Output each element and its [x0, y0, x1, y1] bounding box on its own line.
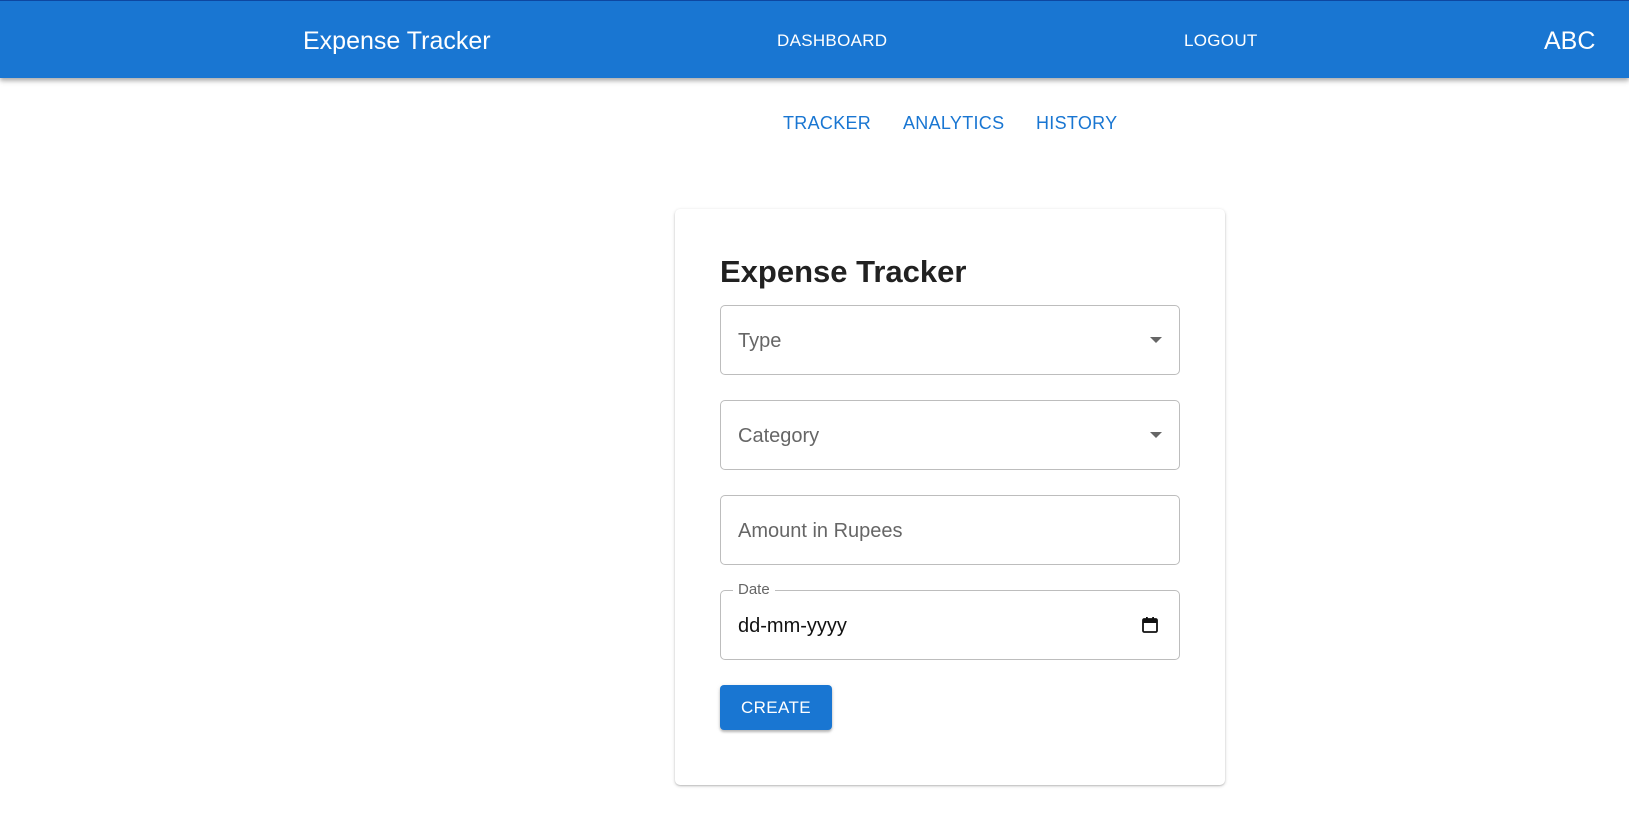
tab-history[interactable]: HISTORY — [1036, 112, 1117, 134]
app-bar: Expense Tracker DASHBOARD LOGOUT ABC — [0, 0, 1629, 78]
type-select[interactable]: Type — [720, 305, 1180, 375]
date-input[interactable]: Date dd-mm-yyyy — [720, 581, 1180, 660]
chevron-down-icon — [1150, 337, 1162, 343]
form-title: Expense Tracker — [720, 254, 967, 289]
amount-input[interactable]: Amount in Rupees — [720, 495, 1180, 565]
tab-analytics[interactable]: ANALYTICS — [903, 112, 1004, 134]
sub-navigation: TRACKER ANALYTICS HISTORY — [0, 112, 1629, 136]
logout-button[interactable]: LOGOUT — [1184, 31, 1258, 51]
type-placeholder: Type — [738, 330, 782, 352]
amount-placeholder: Amount in Rupees — [738, 520, 903, 542]
category-placeholder: Category — [738, 425, 820, 447]
category-select[interactable]: Category — [720, 400, 1180, 470]
user-name: ABC — [1544, 27, 1596, 55]
create-button[interactable]: CREATE — [720, 685, 832, 730]
dashboard-button[interactable]: DASHBOARD — [777, 31, 887, 51]
tab-tracker[interactable]: TRACKER — [783, 112, 871, 134]
expense-form-card: Expense Tracker Type Category Amount in … — [675, 209, 1225, 785]
calendar-icon[interactable] — [1141, 616, 1159, 634]
date-label: Date — [733, 581, 775, 599]
app-title: Expense Tracker — [303, 27, 491, 55]
date-value: dd-mm-yyyy — [738, 615, 847, 637]
chevron-down-icon — [1150, 432, 1162, 438]
